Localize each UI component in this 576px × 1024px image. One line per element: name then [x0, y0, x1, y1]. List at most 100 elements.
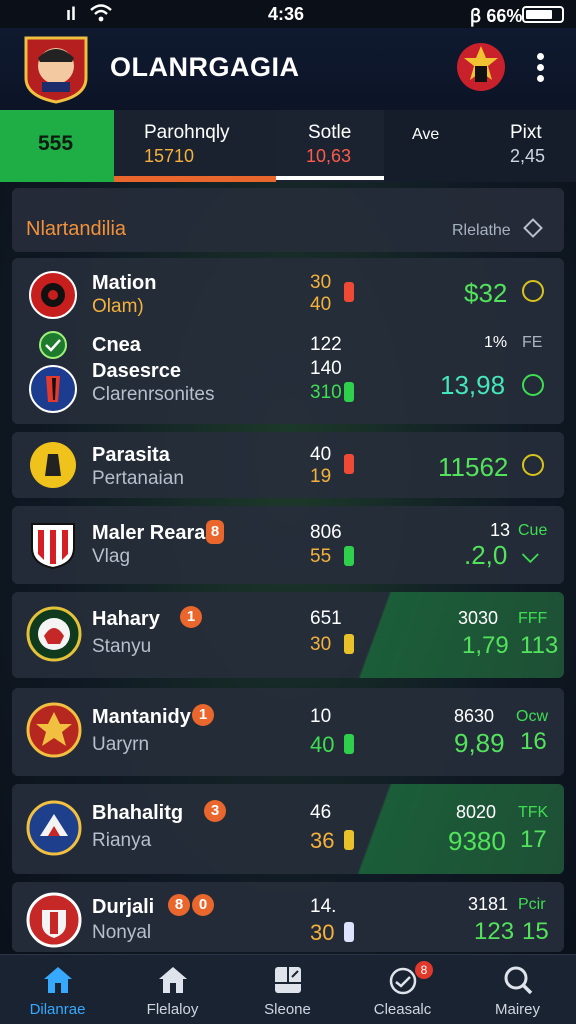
team-card[interactable]: Mation Olam) 30 40 $32 Cnea 122 1% FE Da… — [12, 258, 564, 424]
board-icon — [275, 967, 301, 993]
team-card[interactable]: Hahary 1 Stanyu 651 30 3030 FFF 1,79 113 — [12, 592, 564, 678]
stat-value: 36 — [310, 828, 335, 853]
house-icon — [159, 967, 187, 993]
app-header: OLANRGAGIA — [0, 28, 576, 110]
team-subtitle: Stanyu — [92, 636, 152, 657]
tab-sotle[interactable]: Sotle 10,63 — [276, 110, 384, 182]
notification-badge: 8 — [206, 520, 224, 544]
notification-badge: 3 — [204, 800, 226, 822]
stat-value: 46 — [310, 802, 332, 823]
stat-value: 40 — [310, 732, 335, 757]
tab-parohnqly[interactable]: Parohnqly 15710 — [114, 110, 276, 182]
trend-indicator — [344, 634, 354, 654]
team-name: Hahary — [92, 608, 160, 630]
bottom-navigation: Dilanrae Flelaloy Sleone 8 Cleasalc Mair… — [0, 954, 576, 1024]
tab-value: 15710 — [144, 146, 195, 166]
tab-label: Pixt — [510, 122, 542, 143]
odds-value: 13,98 — [440, 370, 506, 400]
notification-badge: 8 — [168, 894, 190, 916]
team-card[interactable]: Durjali 8 0 Nonyal 14. 30 3181 Pcir 123 … — [12, 882, 564, 952]
app-title: OLANRGAGIA — [110, 52, 300, 82]
team-name: Durjali — [92, 896, 155, 918]
signal-text: ıl — [66, 4, 77, 24]
team-subtitle: Pertanaian — [92, 468, 184, 489]
stat-label: Ocw — [516, 708, 548, 725]
stat-value: 3181 — [468, 894, 509, 914]
stat-value: 19 — [310, 466, 332, 487]
nav-item-5[interactable]: Mairey — [460, 955, 575, 1024]
search-icon — [504, 966, 533, 995]
status-icon[interactable] — [522, 454, 544, 476]
crest-icon[interactable] — [452, 38, 510, 96]
tab-label: 555 — [38, 132, 74, 155]
odds-value: 123 — [474, 918, 515, 945]
team-subtitle: Uaryrn — [92, 734, 150, 755]
odds-value: .2,0 — [464, 540, 508, 570]
team-card[interactable]: Parasita Pertanaian 40 19 11562 — [12, 432, 564, 498]
stat-value: 806 — [310, 522, 342, 543]
stat-value: 651 — [310, 608, 342, 629]
nav-item-4[interactable]: 8 Cleasalc — [345, 955, 460, 1024]
odds-value: 9380 — [448, 826, 506, 856]
nav-home[interactable]: Dilanrae — [0, 955, 115, 1024]
nav-label: Cleasalc — [373, 1001, 432, 1018]
odds-value: 1,79 — [462, 632, 509, 659]
stat-label: TFK — [518, 804, 549, 821]
tab-label: Parohnqly — [144, 122, 230, 143]
battery-text: ꞵ 66% — [470, 6, 523, 26]
tab-pixt[interactable]: Pixt 2,45 — [468, 110, 576, 182]
section-header: Nlartandilia Rlelathe — [12, 188, 564, 252]
nav-label: Sleone — [264, 1001, 311, 1018]
nav-item-3[interactable]: Sleone — [230, 955, 345, 1024]
team-crest-icon — [29, 365, 77, 413]
tab-ave[interactable]: Ave — [384, 110, 468, 182]
tab-label: Ave — [412, 126, 440, 143]
team-card[interactable]: Mantanidy 1 Uaryrn 10 40 8630 Ocw 9,89 1… — [12, 688, 564, 776]
team-subtitle: Rianya — [92, 830, 152, 851]
stat-value: 8020 — [456, 802, 497, 822]
battery-icon — [522, 6, 564, 23]
team-subtitle: Vlag — [92, 546, 131, 567]
stat-value: 13 — [490, 520, 511, 540]
wifi-icon — [90, 4, 112, 22]
tab-value: 2,45 — [510, 146, 546, 166]
team-name: Cnea — [92, 334, 141, 356]
stat-value: 310 — [310, 382, 342, 403]
team-name: Parasita — [92, 444, 170, 466]
odds-value: $32 — [464, 278, 508, 308]
team-name: Mantanidy — [92, 706, 191, 728]
filter-button[interactable]: Rlelathe — [452, 222, 511, 240]
notification-badge: 1 — [180, 606, 202, 628]
team-name: Bhahalitg — [92, 802, 184, 824]
status-time: 4:36 — [268, 4, 305, 24]
team-subtitle: Clarenrsonites — [92, 384, 215, 405]
stat-label: Cue — [518, 522, 548, 539]
tab-indicator — [276, 176, 384, 180]
team-crest-icon — [30, 442, 76, 488]
team-card[interactable]: Maler Reara 8 Vlag 806 55 13 Cue .2,0 ⌵ — [12, 506, 564, 584]
team-name: Dasesrce — [92, 360, 181, 382]
nav-label: Mairey — [494, 1001, 540, 1018]
team-subtitle: Olam) — [92, 296, 144, 317]
team-card[interactable]: Bhahalitg 3 Rianya 46 36 8020 TFK 9380 1… — [12, 784, 564, 874]
tab-value: 10,63 — [306, 146, 352, 166]
status-icon[interactable] — [522, 374, 544, 396]
status-bar: ıl 4:36 ꞵ 66% — [0, 0, 576, 28]
nav-item-2[interactable]: Flelaloy — [115, 955, 230, 1024]
tab-score[interactable]: 555 — [0, 110, 114, 182]
home-icon — [44, 967, 72, 993]
status-icon[interactable] — [522, 280, 544, 302]
stat-value: 55 — [310, 546, 332, 567]
stat-value: 30 — [310, 920, 335, 945]
odds-value-secondary: 113 — [520, 632, 559, 659]
odds-value-secondary: 15 — [522, 918, 549, 945]
stat-label: FE — [522, 334, 543, 351]
trend-indicator — [344, 922, 354, 942]
more-options-icon[interactable] — [530, 50, 550, 86]
stats-tabs: 555 Parohnqly 15710 Sotle 10,63 Ave Pixt… — [0, 110, 576, 182]
team-crest-icon — [26, 800, 82, 856]
club-logo-icon[interactable] — [22, 34, 90, 104]
diamond-icon[interactable] — [523, 218, 543, 238]
chevron-down-icon[interactable]: ⌵ — [522, 542, 539, 568]
team-subtitle: Nonyal — [92, 922, 152, 943]
